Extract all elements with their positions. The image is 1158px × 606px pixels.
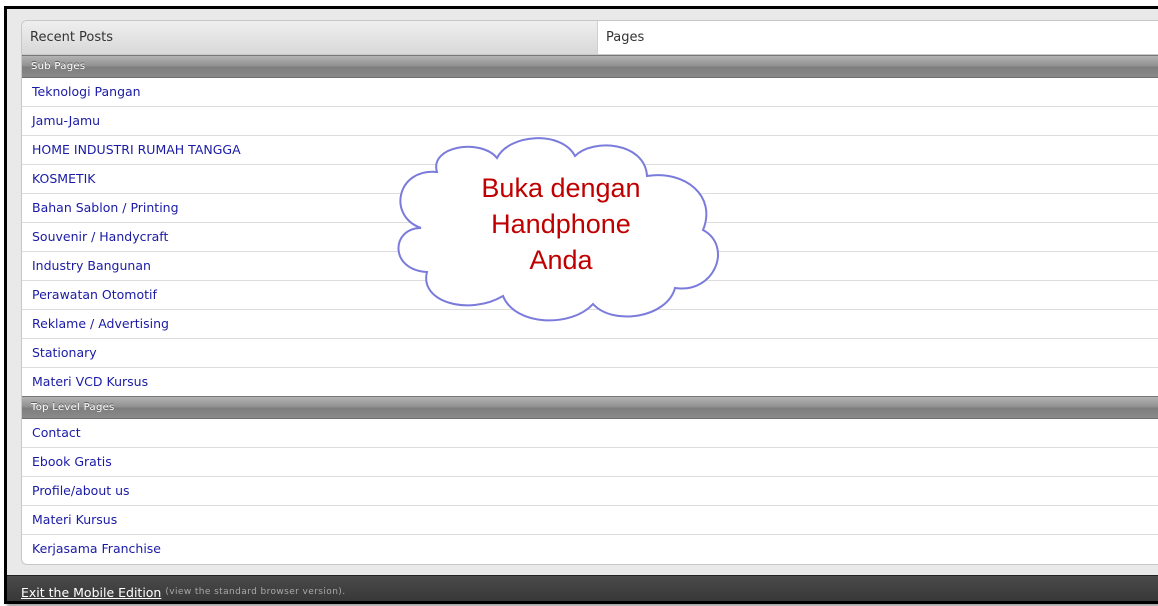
page-link[interactable]: Contact xyxy=(32,425,81,440)
page-link[interactable]: HOME INDUSTRI RUMAH TANGGA xyxy=(32,142,241,157)
footer-note: (view the standard browser version). xyxy=(165,587,346,597)
callout-line: Anda xyxy=(529,245,593,275)
page-link[interactable]: Profile/about us xyxy=(32,483,130,498)
page-link[interactable]: Kerjasama Franchise xyxy=(32,541,161,556)
tab-recent-posts[interactable]: Recent Posts xyxy=(22,21,598,54)
list-item[interactable]: Profile/about us xyxy=(22,477,1158,506)
footer-bar: Exit the Mobile Edition (view the standa… xyxy=(7,575,1158,601)
list-item[interactable]: Teknologi Pangan xyxy=(22,78,1158,107)
page-link[interactable]: Teknologi Pangan xyxy=(32,84,141,99)
section-header-top-level-pages: Top Level Pages xyxy=(22,396,1158,419)
callout-line: Handphone xyxy=(491,209,631,239)
list-item[interactable]: Materi VCD Kursus xyxy=(22,368,1158,396)
tab-pages[interactable]: Pages xyxy=(598,21,1158,54)
cloud-callout: Buka dengan Handphone Anda xyxy=(385,132,733,328)
callout-line: Buka dengan xyxy=(481,173,641,203)
list-item[interactable]: Materi Kursus xyxy=(22,506,1158,535)
list-item[interactable]: Kerjasama Franchise xyxy=(22,535,1158,563)
page-link[interactable]: KOSMETIK xyxy=(32,171,96,186)
tab-pages-label: Pages xyxy=(606,30,645,45)
list-item[interactable]: Contact xyxy=(22,419,1158,448)
page-link[interactable]: Materi Kursus xyxy=(32,512,117,527)
section-header-sub-pages: Sub Pages xyxy=(22,55,1158,78)
page-link[interactable]: Industry Bangunan xyxy=(32,258,151,273)
page-link[interactable]: Materi VCD Kursus xyxy=(32,374,148,389)
page-link[interactable]: Ebook Gratis xyxy=(32,454,112,469)
tab-recent-posts-label: Recent Posts xyxy=(30,30,114,45)
page-link[interactable]: Jamu-Jamu xyxy=(32,113,100,128)
callout-text: Buka dengan Handphone Anda xyxy=(445,170,677,278)
list-item[interactable]: Ebook Gratis xyxy=(22,448,1158,477)
page-link[interactable]: Perawatan Otomotif xyxy=(32,287,157,302)
page-link[interactable]: Souvenir / Handycraft xyxy=(32,229,168,244)
page-link[interactable]: Bahan Sablon / Printing xyxy=(32,200,179,215)
tab-bar: Recent Posts Pages xyxy=(22,21,1158,55)
page-link[interactable]: Stationary xyxy=(32,345,97,360)
list-item[interactable]: Stationary xyxy=(22,339,1158,368)
page-link[interactable]: Reklame / Advertising xyxy=(32,316,169,331)
exit-mobile-edition-link[interactable]: Exit the Mobile Edition xyxy=(21,585,161,600)
top-level-pages-list: Contact Ebook Gratis Profile/about us Ma… xyxy=(22,419,1158,563)
